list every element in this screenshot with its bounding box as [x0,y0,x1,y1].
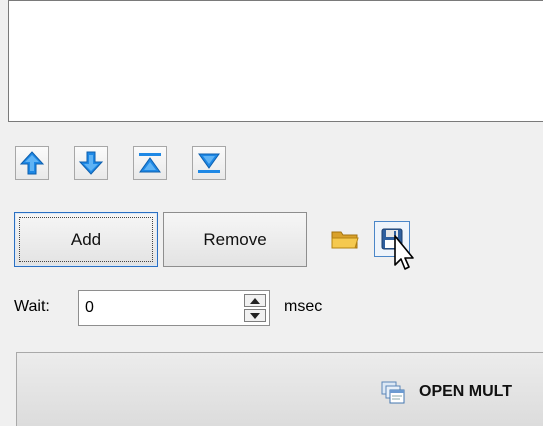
remove-button-label: Remove [203,229,267,249]
remove-button[interactable]: Remove [163,212,307,267]
add-button[interactable]: Add [14,212,158,267]
move-to-top-button[interactable] [133,146,167,180]
arrow-up-icon [19,151,45,175]
window-edge [0,0,8,426]
open-multiple-button[interactable]: OPEN MULT [16,352,543,426]
wait-unit-label: msec [284,298,323,315]
move-to-bottom-button[interactable] [192,146,226,180]
arrow-down-icon [78,151,104,175]
open-file-button[interactable] [327,221,363,257]
wait-spinner[interactable]: 0 [78,290,270,326]
wait-value: 0 [85,299,94,316]
move-to-bottom-icon [198,153,220,173]
chevron-up-icon [250,297,260,304]
focus-ring [19,217,153,262]
folder-icon [331,231,359,249]
move-down-button[interactable] [74,146,108,180]
spinner-down-button[interactable] [244,309,266,322]
open-multiple-label: OPEN MULT [419,383,513,400]
move-up-button[interactable] [15,146,49,180]
wait-label: Wait: [14,298,50,315]
file-list[interactable] [8,0,543,122]
spinner-buttons [244,294,266,322]
windows-stack-icon [381,381,405,404]
chevron-down-icon [250,312,260,319]
move-to-top-icon [139,153,161,173]
mouse-cursor-icon [394,235,414,270]
spinner-up-button[interactable] [244,294,266,307]
